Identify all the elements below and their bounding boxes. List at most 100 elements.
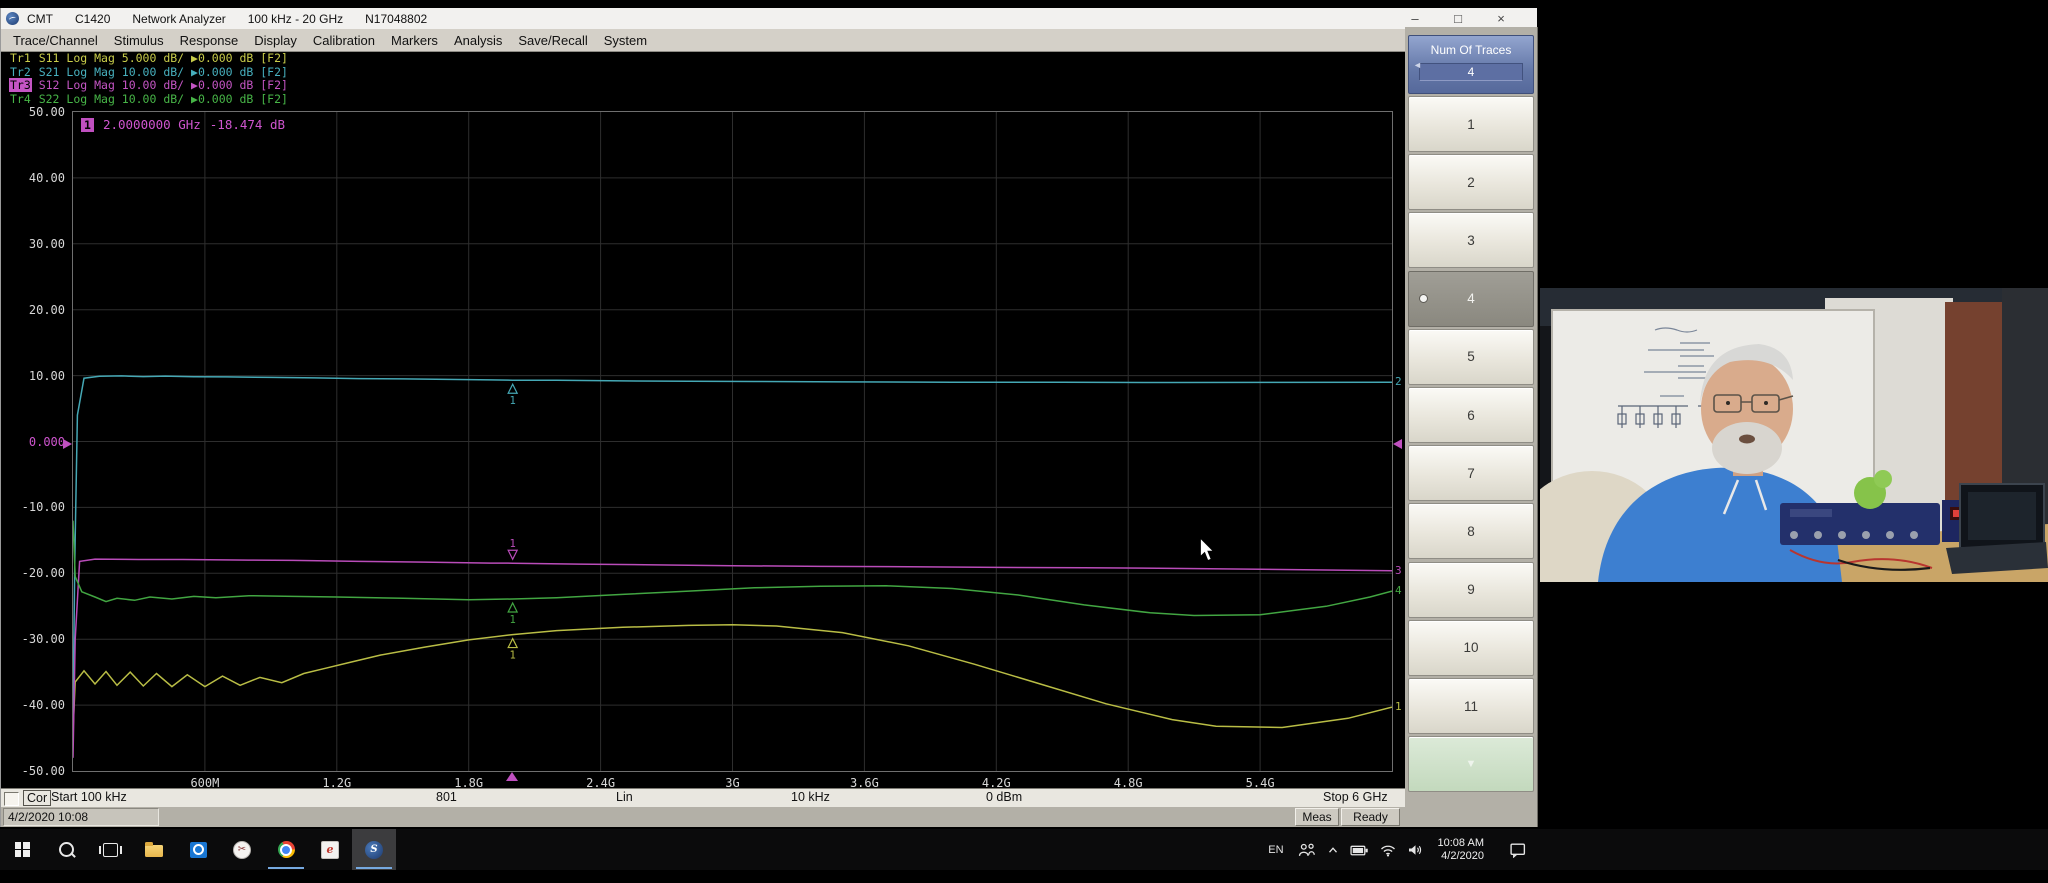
connect-app-button[interactable]: e [308, 829, 352, 870]
softkey-label: 10 [1463, 640, 1478, 655]
menu-item-display[interactable]: Display [246, 31, 305, 50]
num-of-traces-header[interactable]: ◄ Num Of Traces 4 [1408, 35, 1534, 94]
traces-chart: 1111 [73, 112, 1392, 771]
sweep-type: Lin [616, 790, 633, 804]
softkey-trace-count-11[interactable]: 11 [1408, 678, 1534, 734]
outlook-button[interactable] [176, 829, 220, 870]
status-bar: Cor Start 100 kHz 801 Lin 10 kHz 0 dBm S… [1, 788, 1405, 807]
cmt-app-icon [6, 12, 19, 25]
plot-area: 1111 1 2.0000000 GHz -18.474 dB [72, 111, 1393, 772]
marker-1-s22[interactable] [508, 603, 517, 612]
trace-end-number-s21: 2 [1395, 375, 1402, 388]
title-range: 100 kHz - 20 GHz [248, 12, 343, 26]
softkey-trace-count-7[interactable]: 7 [1408, 445, 1534, 501]
cmt-analyzer-button[interactable]: S [352, 829, 396, 870]
marker-readout: 1 2.0000000 GHz -18.474 dB [81, 117, 285, 132]
start-button[interactable] [0, 829, 44, 870]
language-indicator[interactable]: EN [1268, 844, 1283, 856]
title-bar: CMT C1420 Network Analyzer 100 kHz - 20 … [1, 8, 1537, 29]
bottom-bar: 4/2/2020 10:08 Meas Ready [1, 807, 1405, 827]
menu-item-trace-channel[interactable]: Trace/Channel [5, 31, 106, 50]
trace-legend-tr2[interactable]: Tr2 S21 Log Mag 10.00 dB/ ▶0.000 dB [F2] [9, 66, 288, 80]
search-button[interactable] [44, 829, 88, 870]
people-icon[interactable] [1298, 842, 1316, 858]
clock-date: 4/2/2020 [1438, 850, 1484, 863]
task-view-button[interactable] [88, 829, 132, 870]
menu-item-system[interactable]: System [596, 31, 655, 50]
screen: CMT C1420 Network Analyzer 100 kHz - 20 … [0, 0, 2048, 883]
cmt-analyzer-icon: S [365, 841, 383, 859]
show-hidden-icons-chevron[interactable] [1326, 843, 1340, 857]
softkey-more-button[interactable]: ▼ [1408, 736, 1534, 792]
output-power: 0 dBm [986, 790, 1022, 804]
green-plush-head [1874, 470, 1892, 488]
network-analyzer-window: CMT C1420 Network Analyzer 100 kHz - 20 … [0, 8, 1537, 827]
menu-item-analysis[interactable]: Analysis [446, 31, 510, 50]
y-axis-label: 40.00 [9, 171, 65, 185]
y-axis-label: 30.00 [9, 237, 65, 251]
marker-1-s11[interactable] [508, 639, 517, 648]
softkey-label: 3 [1467, 233, 1475, 248]
back-arrow-icon: ◄ [1413, 60, 1422, 70]
marker-number: 1 [510, 614, 516, 626]
softkey-panel-title: Num Of Traces [1409, 43, 1533, 57]
y-axis-label: 0.000 [9, 435, 65, 449]
menu-item-stimulus[interactable]: Stimulus [106, 31, 172, 50]
menu-item-markers[interactable]: Markers [383, 31, 446, 50]
trace-legend-tr4[interactable]: Tr4 S22 Log Mag 10.00 dB/ ▶0.000 dB [F2] [9, 93, 288, 107]
softkey-trace-count-10[interactable]: 10 [1408, 620, 1534, 676]
taskbar-clock[interactable]: 10:08 AM 4/2/2020 [1438, 837, 1484, 863]
stimulus-marker-triangle[interactable] [506, 772, 518, 781]
menu-item-response[interactable]: Response [172, 31, 247, 50]
y-axis-label: -20.00 [9, 566, 65, 580]
start-frequency: Start 100 kHz [51, 790, 127, 804]
softkey-label: 6 [1467, 408, 1475, 423]
trace-end-number-s22: 4 [1395, 584, 1402, 597]
trace-legend-tr3[interactable]: Tr3 S12 Log Mag 10.00 dB/ ▶0.000 dB [F2] [9, 79, 288, 93]
wifi-icon[interactable] [1379, 842, 1397, 857]
snipping-tool-button[interactable]: ✂ [220, 829, 264, 870]
webcam-overlay [1540, 288, 2048, 582]
softkey-label: 9 [1467, 582, 1475, 597]
action-center-icon[interactable] [1508, 841, 1528, 858]
softkey-trace-count-3[interactable]: 3 [1408, 212, 1534, 268]
menu-item-save-recall[interactable]: Save/Recall [510, 31, 595, 50]
cmt-active-underline [356, 867, 392, 869]
y-axis-label: -10.00 [9, 500, 65, 514]
softkey-trace-count-5[interactable]: 5 [1408, 329, 1534, 385]
marker-number-badge: 1 [81, 118, 94, 132]
title-brand: CMT [27, 12, 53, 26]
mouse-cursor [1196, 538, 1218, 562]
marker-number: 1 [510, 650, 516, 662]
speaker-icon[interactable] [1407, 842, 1424, 858]
maximize-button[interactable]: □ [1450, 11, 1466, 26]
chrome-button[interactable] [264, 829, 308, 870]
softkey-label: 5 [1467, 349, 1475, 364]
file-explorer-button[interactable] [132, 829, 176, 870]
clock-time: 10:08 AM [1438, 837, 1484, 850]
softkey-trace-count-8[interactable]: 8 [1408, 503, 1534, 559]
trace-id: Tr3 [9, 78, 32, 92]
trace-legend-tr1[interactable]: Tr1 S11 Log Mag 5.000 dB/ ▶0.000 dB [F2] [9, 52, 288, 66]
minimize-button[interactable]: – [1407, 11, 1423, 26]
softkey-trace-count-9[interactable]: 9 [1408, 562, 1534, 618]
close-button[interactable]: × [1493, 11, 1509, 26]
softkey-trace-count-2[interactable]: 2 [1408, 154, 1534, 210]
menu-item-calibration[interactable]: Calibration [305, 31, 383, 50]
trace-id: Tr2 [9, 65, 32, 79]
y-axis-label: 20.00 [9, 303, 65, 317]
softkey-trace-count-6[interactable]: 6 [1408, 387, 1534, 443]
marker-1-s21[interactable] [508, 384, 517, 393]
marker-1-s12[interactable] [508, 550, 517, 559]
softkey-label: 4 [1467, 291, 1475, 306]
title-serial: N17048802 [365, 12, 427, 26]
softkey-trace-count-4[interactable]: 4 [1408, 271, 1534, 327]
trace-id: Tr1 [9, 51, 32, 65]
channel-status-box[interactable] [4, 792, 19, 806]
y-axis-label: 10.00 [9, 369, 65, 383]
battery-icon[interactable] [1350, 842, 1369, 858]
softkey-trace-count-1[interactable]: 1 [1408, 96, 1534, 152]
outlook-icon [190, 842, 207, 858]
marker-frequency: 2.0000000 GHz [103, 117, 201, 132]
chrome-icon [278, 841, 295, 858]
